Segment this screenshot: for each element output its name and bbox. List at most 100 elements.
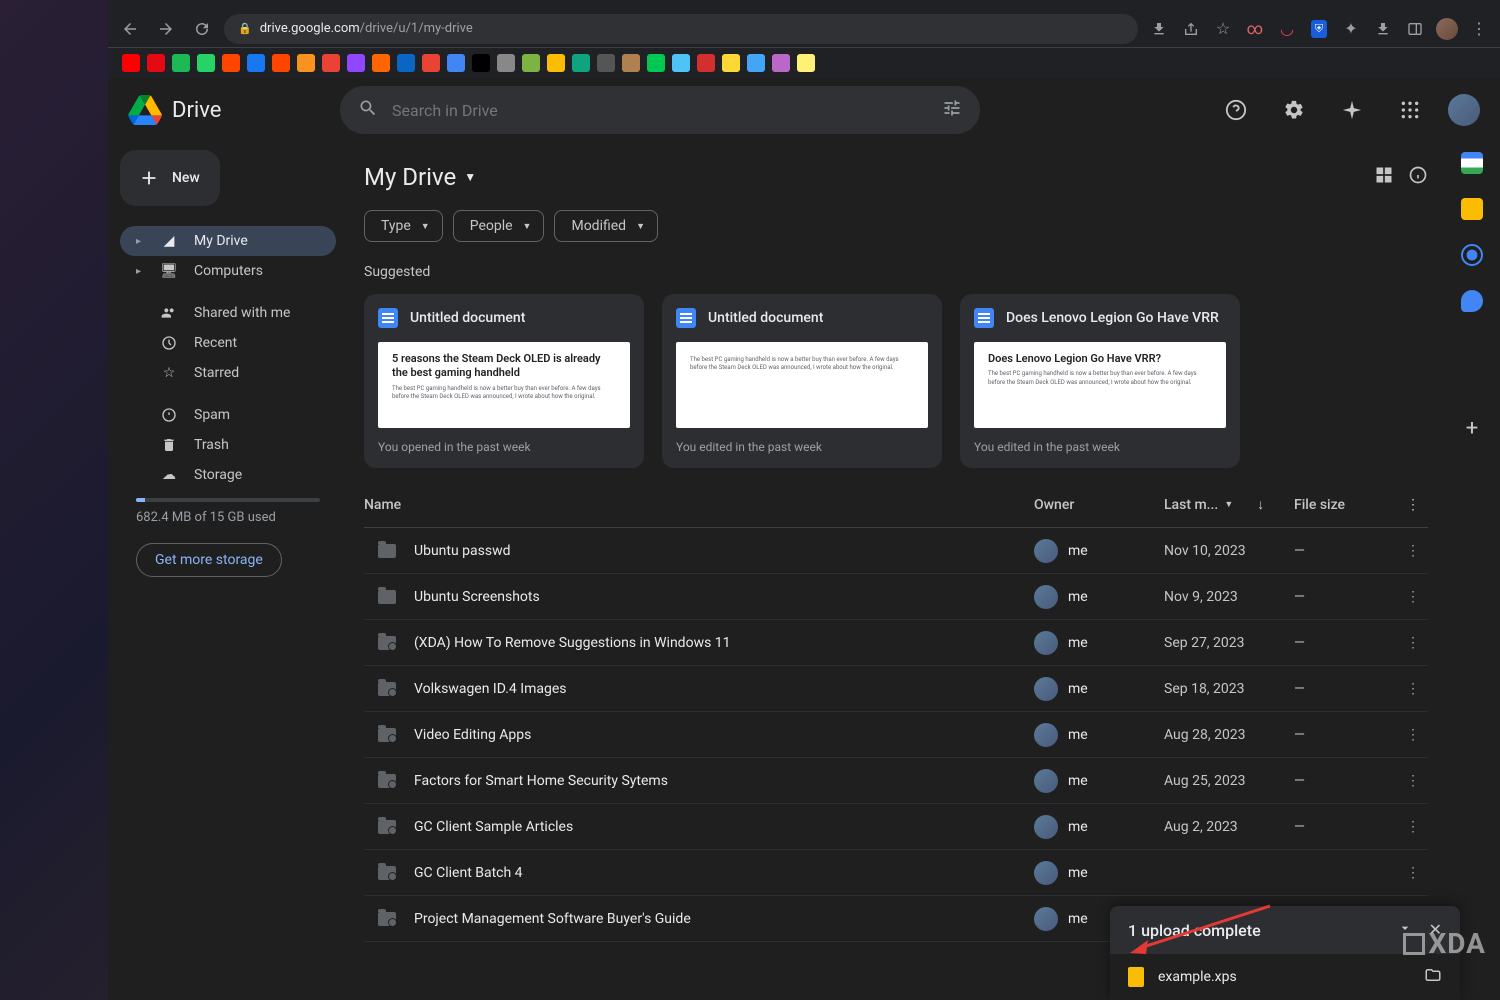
ext-pocket-icon[interactable]: ◡ (1274, 16, 1300, 42)
tasks-icon[interactable] (1461, 244, 1483, 266)
bookmark-star-icon[interactable]: ☆ (1210, 16, 1236, 42)
bookmark-icon[interactable] (647, 54, 665, 72)
contacts-icon[interactable] (1461, 290, 1483, 312)
bookmark-icon[interactable] (497, 54, 515, 72)
bookmark-icon[interactable] (297, 54, 315, 72)
get-storage-button[interactable]: Get more storage (136, 543, 282, 577)
bookmark-icon[interactable] (322, 54, 340, 72)
sidebar-item-recent[interactable]: Recent (120, 328, 336, 358)
table-row[interactable]: Volkswagen ID.4 ImagesmeSep 18, 2023—⋮ (364, 666, 1428, 712)
bookmark-icon[interactable] (222, 54, 240, 72)
bookmark-icon[interactable] (197, 54, 215, 72)
settings-icon[interactable] (1274, 90, 1314, 130)
row-menu-icon[interactable]: ⋮ (1398, 727, 1428, 743)
table-row[interactable]: GC Client Batch 4me⋮ (364, 850, 1428, 896)
address-bar[interactable]: 🔒 drive.google.com/drive/u/1/my-drive (224, 14, 1138, 44)
drive-logo[interactable]: Drive (128, 95, 328, 125)
bookmark-icon[interactable] (547, 54, 565, 72)
bookmark-icon[interactable] (397, 54, 415, 72)
sidepanel-icon[interactable] (1402, 16, 1428, 42)
sidebar-item-shared[interactable]: Shared with me (120, 298, 336, 328)
help-icon[interactable] (1216, 90, 1256, 130)
bookmark-icon[interactable] (597, 54, 615, 72)
xda-watermark: XDA (1403, 927, 1487, 960)
bookmark-icon[interactable] (447, 54, 465, 72)
bookmark-icon[interactable] (372, 54, 390, 72)
back-button[interactable] (116, 15, 144, 43)
calendar-icon[interactable] (1461, 152, 1483, 174)
browser-menu-icon[interactable]: ⋮ (1466, 16, 1492, 42)
bookmark-icon[interactable] (172, 54, 190, 72)
bookmark-icon[interactable] (522, 54, 540, 72)
filter-type[interactable]: Type▼ (364, 210, 443, 242)
apps-icon[interactable] (1390, 90, 1430, 130)
keep-icon[interactable] (1461, 198, 1483, 220)
table-row[interactable]: GC Client Sample ArticlesmeAug 2, 2023—⋮ (364, 804, 1428, 850)
suggested-card[interactable]: Does Lenovo Legion Go Have VRRDoes Lenov… (960, 294, 1240, 468)
row-menu-icon[interactable]: ⋮ (1398, 543, 1428, 559)
suggested-card[interactable]: Untitled documentThe best PC gaming hand… (662, 294, 942, 468)
profile-avatar[interactable] (1434, 16, 1460, 42)
table-row[interactable]: Factors for Smart Home Security Sytemsme… (364, 758, 1428, 804)
sidebar-item-my-drive[interactable]: ▸◢My Drive (120, 226, 336, 256)
sidebar-item-storage[interactable]: ☁Storage (120, 460, 336, 490)
filter-modified[interactable]: Modified▼ (554, 210, 658, 242)
bookmark-icon[interactable] (722, 54, 740, 72)
bookmark-icon[interactable] (422, 54, 440, 72)
bookmark-icon[interactable] (347, 54, 365, 72)
col-owner[interactable]: Owner (1034, 497, 1164, 513)
sidebar-item-starred[interactable]: ☆Starred (120, 358, 336, 388)
gemini-icon[interactable] (1332, 90, 1372, 130)
upload-file-row[interactable]: example.xps (1110, 954, 1460, 1000)
new-button[interactable]: New (120, 150, 220, 206)
search-options-icon[interactable] (942, 98, 962, 122)
col-size[interactable]: File size (1294, 497, 1398, 513)
search-input[interactable] (392, 101, 928, 120)
col-name[interactable]: Name (364, 497, 1034, 513)
downloads-icon[interactable] (1370, 16, 1396, 42)
suggested-card[interactable]: Untitled document5 reasons the Steam Dec… (364, 294, 644, 468)
row-menu-icon[interactable]: ⋮ (1398, 681, 1428, 697)
table-row[interactable]: Video Editing AppsmeAug 28, 2023—⋮ (364, 712, 1428, 758)
account-avatar[interactable] (1448, 94, 1480, 126)
search-bar[interactable] (340, 86, 980, 134)
row-menu-icon[interactable]: ⋮ (1398, 589, 1428, 605)
bookmark-icon[interactable] (247, 54, 265, 72)
info-icon[interactable] (1408, 165, 1428, 189)
extensions-icon[interactable]: ✦ (1338, 16, 1364, 42)
col-menu-icon[interactable]: ⋮ (1398, 497, 1428, 513)
table-row[interactable]: Ubuntu passwdmeNov 10, 2023—⋮ (364, 528, 1428, 574)
row-menu-icon[interactable]: ⋮ (1398, 819, 1428, 835)
sidebar-item-spam[interactable]: Spam (120, 400, 336, 430)
table-row[interactable]: Ubuntu ScreenshotsmeNov 9, 2023—⋮ (364, 574, 1428, 620)
bookmark-icon[interactable] (272, 54, 290, 72)
sidebar-item-trash[interactable]: Trash (120, 430, 336, 460)
addons-plus-icon[interactable]: + (1466, 416, 1478, 441)
filter-people[interactable]: People▼ (453, 210, 545, 242)
bookmark-icon[interactable] (572, 54, 590, 72)
breadcrumb[interactable]: My Drive▼ (364, 163, 476, 191)
bookmark-icon[interactable] (797, 54, 815, 72)
row-menu-icon[interactable]: ⋮ (1398, 865, 1428, 881)
bookmark-icon[interactable] (147, 54, 165, 72)
sidebar-item-computers[interactable]: ▸🖥Computers (120, 256, 336, 286)
ext-bw-icon[interactable]: ⛨ (1306, 16, 1332, 42)
bookmark-icon[interactable] (122, 54, 140, 72)
row-menu-icon[interactable]: ⋮ (1398, 773, 1428, 789)
ext-1-icon[interactable]: ∞ (1242, 16, 1268, 42)
col-modified[interactable]: Last m...▼↓ (1164, 496, 1294, 513)
reload-button[interactable] (188, 15, 216, 43)
row-menu-icon[interactable]: ⋮ (1398, 635, 1428, 651)
bookmark-icon[interactable] (697, 54, 715, 72)
install-icon[interactable] (1146, 16, 1172, 42)
table-row[interactable]: (XDA) How To Remove Suggestions in Windo… (364, 620, 1428, 666)
forward-button[interactable] (152, 15, 180, 43)
folder-open-icon[interactable] (1424, 966, 1442, 988)
bookmark-icon[interactable] (672, 54, 690, 72)
share-icon[interactable] (1178, 16, 1204, 42)
bookmark-icon[interactable] (472, 54, 490, 72)
bookmark-icon[interactable] (772, 54, 790, 72)
layout-grid-icon[interactable] (1374, 165, 1394, 189)
bookmark-icon[interactable] (622, 54, 640, 72)
bookmark-icon[interactable] (747, 54, 765, 72)
